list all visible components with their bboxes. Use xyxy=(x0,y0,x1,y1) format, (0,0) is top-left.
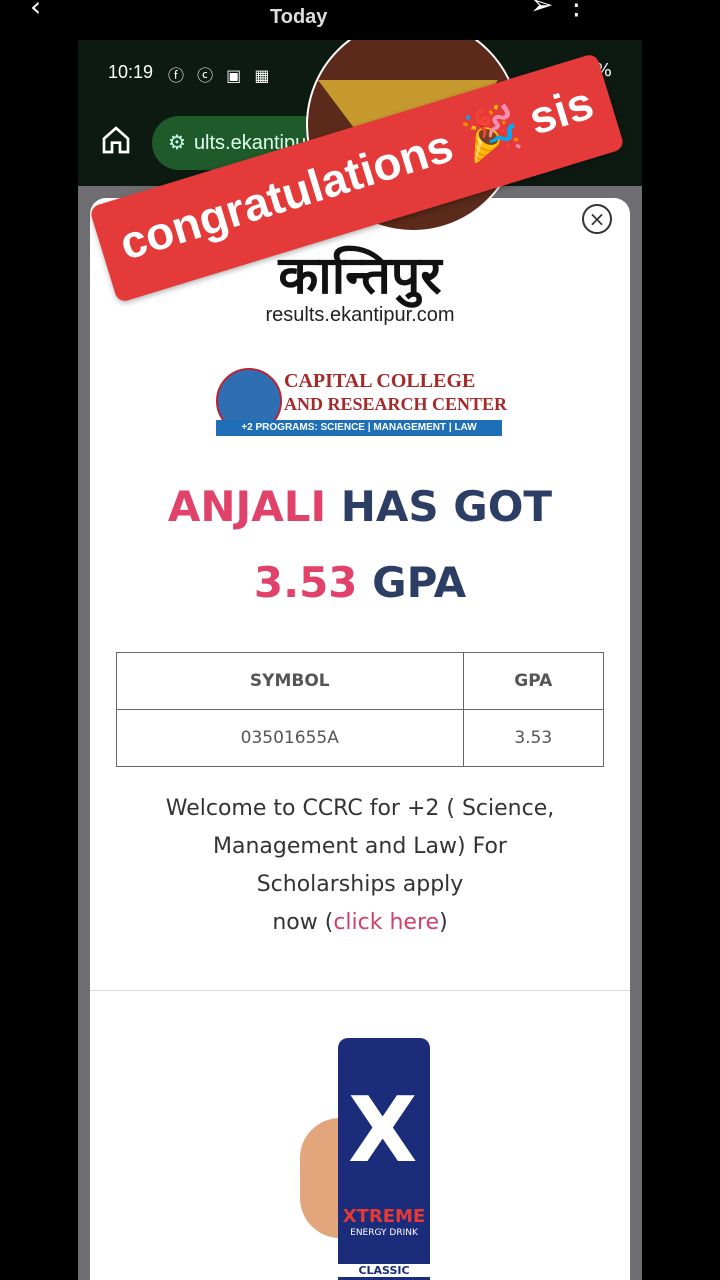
share-icon[interactable]: ➢ ⋮ xyxy=(530,0,590,21)
status-time: 10:19 xyxy=(108,62,154,82)
cell-symbol: 03501655A xyxy=(116,709,464,767)
header-gpa: GPA xyxy=(462,652,605,710)
college-banner[interactable]: CAPITAL COLLEGE AND RESEARCH CENTER +2 P… xyxy=(216,368,507,440)
notification-icons: ⓕ ⓒ ▣ ▦ xyxy=(168,66,274,85)
click-here-link[interactable]: click here xyxy=(333,910,439,935)
chevron-left-icon[interactable]: ‹ xyxy=(30,0,41,23)
gpa-label: GPA xyxy=(372,558,467,607)
ad-brand: XTREME xyxy=(342,1206,426,1227)
results-table: SYMBOL GPA 03501655A 3.53 xyxy=(116,652,605,767)
ad-tagline: ENERGY DRINK xyxy=(350,1228,418,1238)
story-header: ‹ Today ➢ ⋮ xyxy=(0,0,720,40)
result-heading: ANJALI HAS GOT xyxy=(90,482,630,531)
table-header-row: SYMBOL GPA xyxy=(116,652,605,710)
college-name-line2: AND RESEARCH CENTER xyxy=(284,394,508,414)
table-row: 03501655A 3.53 xyxy=(116,709,605,767)
college-programs: +2 PROGRAMS: SCIENCE | MANAGEMENT | LAW xyxy=(216,420,502,436)
student-name: ANJALI xyxy=(167,482,327,531)
header-symbol: SYMBOL xyxy=(116,652,464,710)
home-icon[interactable] xyxy=(100,124,132,156)
energy-drink-ad[interactable]: X XTREME ENERGY DRINK CLASSIC xyxy=(338,1038,430,1280)
divider xyxy=(90,990,630,991)
gpa-heading: 3.53 GPA xyxy=(90,558,630,607)
result-modal: × कान्तिपुर results.ekantipur.com CAPITA… xyxy=(90,198,630,1280)
logo-url: results.ekantipur.com xyxy=(265,304,455,326)
gpa-value: 3.53 xyxy=(253,558,358,607)
welcome-line3: Scholarships apply xyxy=(256,872,464,897)
college-name-line1: CAPITAL COLLEGE xyxy=(284,370,476,392)
welcome-line2: Management and Law) For xyxy=(213,834,507,859)
ad-variant: CLASSIC xyxy=(338,1264,430,1277)
welcome-line4-prefix: now ( xyxy=(272,910,334,935)
close-icon[interactable]: × xyxy=(582,204,612,234)
welcome-line1: Welcome to CCRC for +2 ( Science, xyxy=(165,796,555,821)
welcome-line4-suffix: ) xyxy=(439,910,448,935)
tune-icon[interactable]: ⚙ xyxy=(168,132,186,154)
x-logo-icon: X xyxy=(348,1078,418,1183)
has-got-text: HAS GOT xyxy=(340,482,553,531)
welcome-message: Welcome to CCRC for +2 ( Science, Manage… xyxy=(120,790,600,942)
cell-gpa: 3.53 xyxy=(462,709,605,767)
story-title: Today xyxy=(270,6,328,28)
